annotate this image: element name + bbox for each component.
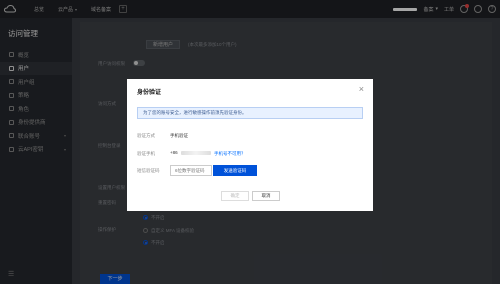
phone-number-masked: [180, 150, 211, 155]
method-value: 手机验证: [170, 133, 188, 138]
dialog-title: 身份验证: [137, 90, 162, 96]
cancel-button[interactable]: 取消: [252, 191, 280, 201]
phone-label: 验证手机: [137, 151, 155, 156]
confirm-button[interactable]: 确定: [221, 191, 249, 201]
security-notice: 为了您的账号安全，进行敏感操作前须先验证身份。: [137, 107, 363, 119]
code-label: 短信验证码: [137, 168, 160, 173]
phone-value: +86: [170, 150, 211, 155]
phone-prefix: +86: [170, 150, 178, 155]
close-icon[interactable]: ×: [359, 85, 364, 94]
phone-unavailable-link[interactable]: 手机号不可用？: [214, 151, 246, 157]
sms-code-input[interactable]: [170, 165, 212, 176]
identity-verification-dialog: 身份验证 × 为了您的账号安全，进行敏感操作前须先验证身份。 验证方式 手机验证…: [127, 79, 373, 211]
send-code-button[interactable]: 发送验证码: [213, 165, 257, 176]
method-label: 验证方式: [137, 133, 155, 138]
